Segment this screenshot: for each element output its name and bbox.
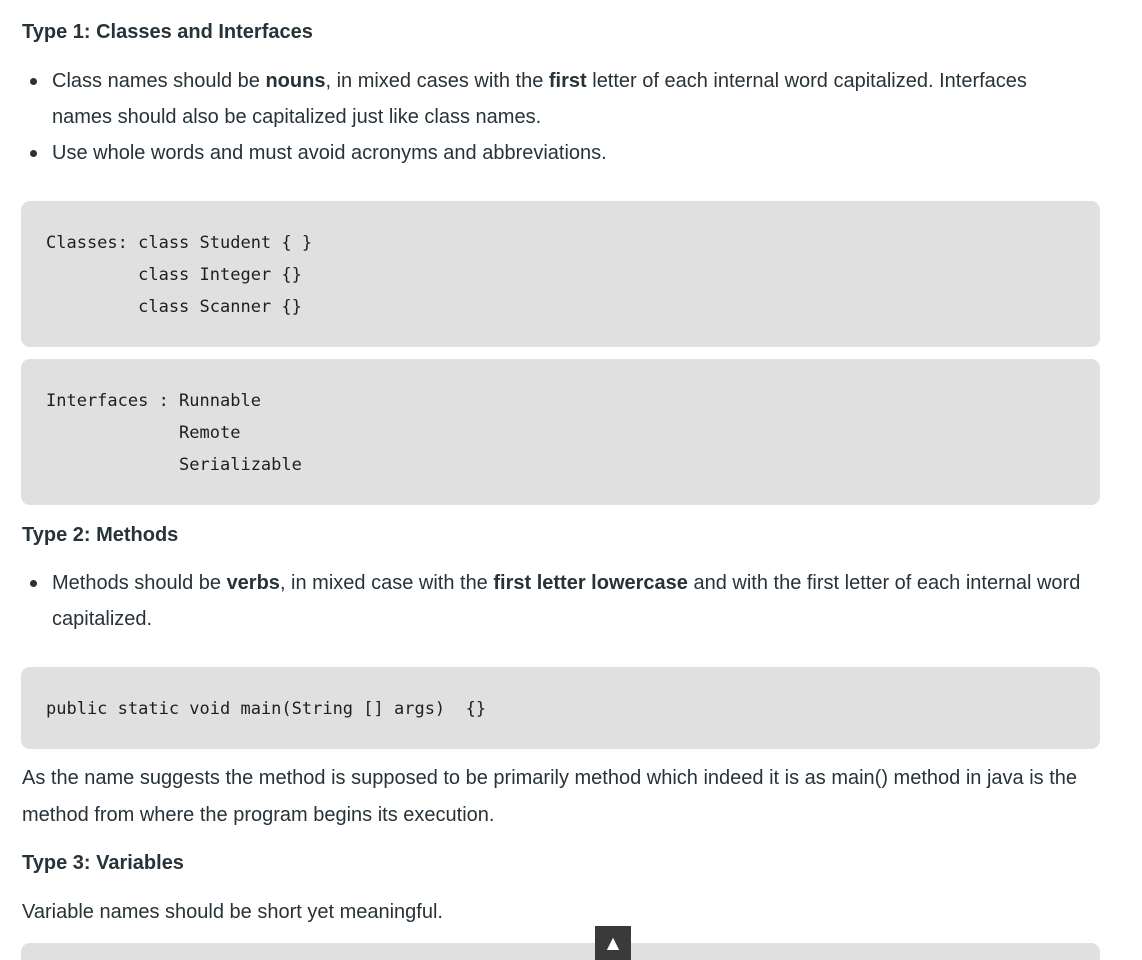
code-block-interfaces: Interfaces : Runnable Remote Serializabl… — [21, 359, 1100, 505]
article-content: Type 1: Classes and Interfaces Class nam… — [0, 0, 1142, 960]
code-block-variables — [21, 943, 1100, 960]
paragraph-variables: Variable names should be short yet meani… — [22, 901, 443, 923]
list-item: Use whole words and must avoid acronyms … — [22, 135, 1092, 171]
arrow-up-icon: ▲ — [606, 933, 620, 952]
heading-variables: Type 3: Variables — [22, 852, 184, 874]
methods-bullet-list: Methods should be verbs, in mixed case w… — [22, 565, 1092, 637]
scroll-to-top-button[interactable]: ▲ — [595, 926, 631, 960]
code-block-classes: Classes: class Student { } class Integer… — [21, 201, 1100, 347]
classes-bullet-list: Class names should be nouns, in mixed ca… — [22, 63, 1092, 171]
heading-classes-interfaces: Type 1: Classes and Interfaces — [22, 21, 313, 43]
code-block-main-method: public static void main(String [] args) … — [21, 667, 1100, 749]
list-item: Methods should be verbs, in mixed case w… — [22, 565, 1092, 637]
heading-methods: Type 2: Methods — [22, 524, 179, 546]
list-item: Class names should be nouns, in mixed ca… — [22, 63, 1092, 135]
paragraph-main-method: As the name suggests the method is suppo… — [22, 767, 1077, 826]
